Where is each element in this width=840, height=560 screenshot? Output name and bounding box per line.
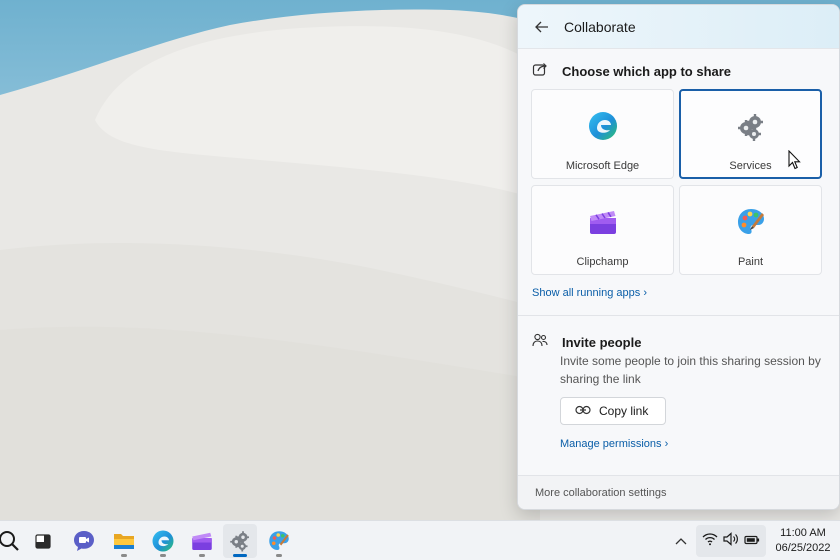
collaborate-flyout: Collaborate Choose which app to share Mi…: [517, 4, 840, 510]
paint-palette-icon: [735, 206, 767, 238]
volume-icon: [723, 531, 739, 551]
link-icon: [575, 402, 591, 420]
more-collaboration-settings-link[interactable]: More collaboration settings: [535, 487, 666, 499]
running-indicator: [276, 554, 282, 557]
running-indicator: [199, 554, 205, 557]
share-app-section-header: Choose which app to share: [532, 61, 731, 82]
copy-link-label: Copy link: [599, 404, 649, 418]
section-divider: [518, 315, 839, 316]
app-card-clipchamp[interactable]: Clipchamp: [531, 185, 674, 275]
services-gears-icon: [735, 111, 767, 143]
tray-status-group[interactable]: [696, 525, 766, 557]
search-icon[interactable]: [0, 524, 26, 558]
running-indicator: [160, 554, 166, 557]
share-icon: [532, 61, 548, 82]
people-icon: [532, 332, 548, 353]
show-all-running-apps-link[interactable]: Show all running apps ›: [532, 287, 647, 299]
clock-date: 06/25/2022: [775, 542, 831, 554]
app-card-microsoft-edge[interactable]: Microsoft Edge: [531, 89, 674, 179]
running-indicator: [121, 554, 127, 557]
battery-icon: [744, 532, 760, 550]
edge-icon[interactable]: [146, 524, 180, 558]
paint-palette-icon[interactable]: [262, 524, 296, 558]
invite-heading: Invite people: [562, 335, 642, 350]
taskbar-clock[interactable]: 11:00 AM 06/25/2022: [770, 525, 836, 557]
edge-icon: [587, 110, 619, 142]
invite-section-header: Invite people: [532, 332, 641, 353]
file-explorer-icon[interactable]: [107, 524, 141, 558]
chevron-right-icon: ›: [664, 438, 669, 450]
flyout-footer: More collaboration settings: [518, 475, 839, 509]
task-view-icon[interactable]: [26, 524, 60, 558]
taskbar: 11:00 AM 06/25/2022: [0, 520, 840, 560]
flyout-header: Collaborate: [518, 5, 839, 49]
manage-permissions-label: Manage permissions: [560, 438, 662, 450]
app-card-paint[interactable]: Paint: [679, 185, 822, 275]
clipchamp-icon[interactable]: [185, 524, 219, 558]
clipchamp-icon: [587, 206, 619, 238]
services-gears-icon[interactable]: [223, 524, 257, 558]
teams-chat-icon[interactable]: [67, 524, 101, 558]
clock-time: 11:00 AM: [780, 527, 826, 539]
running-indicator: [233, 554, 247, 557]
show-all-running-apps-label: Show all running apps: [532, 287, 641, 299]
manage-permissions-link[interactable]: Manage permissions ›: [560, 438, 668, 450]
copy-link-button[interactable]: Copy link: [560, 397, 666, 425]
app-name: Clipchamp: [576, 256, 629, 268]
chevron-right-icon: ›: [643, 287, 647, 299]
app-name: Microsoft Edge: [565, 160, 640, 172]
wifi-icon: [702, 532, 718, 551]
app-name: Paint: [737, 256, 764, 268]
mouse-cursor-icon: [788, 149, 802, 175]
flyout-title: Collaborate: [564, 18, 636, 35]
back-arrow-icon[interactable]: [532, 17, 552, 37]
invite-description: Invite some people to join this sharing …: [560, 354, 821, 386]
share-app-heading: Choose which app to share: [562, 64, 732, 79]
chevron-up-icon[interactable]: [671, 530, 691, 552]
